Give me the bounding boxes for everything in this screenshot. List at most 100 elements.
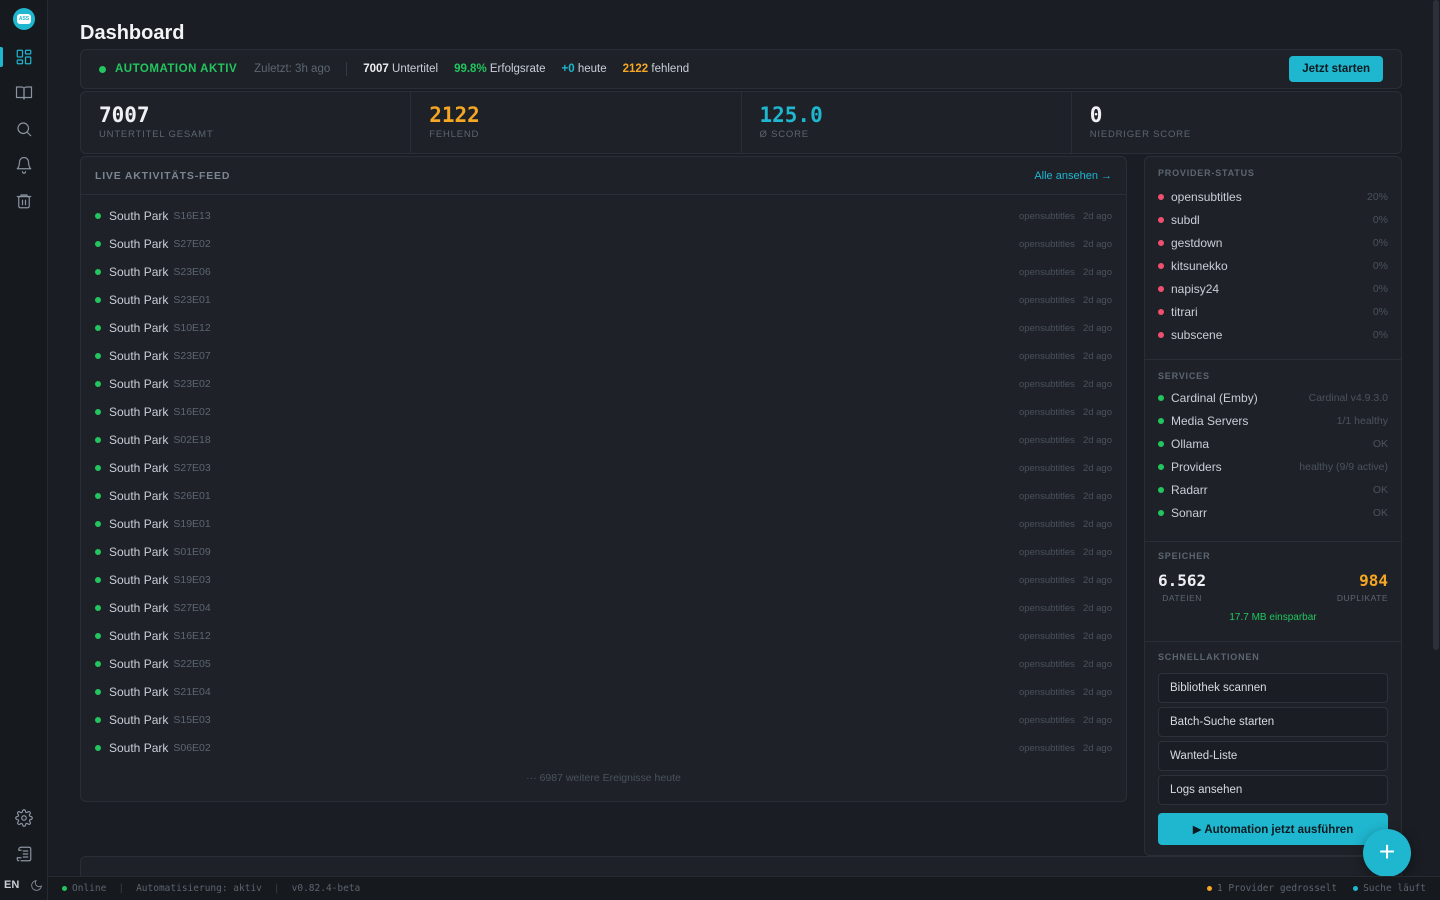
- provider-row[interactable]: gestdown 0%: [1158, 231, 1388, 254]
- kpi-value: 0: [1089, 103, 1103, 127]
- nav-notifications[interactable]: [0, 149, 48, 181]
- provider-name: subdl: [1171, 212, 1200, 227]
- feed-time: 2d ago: [1082, 574, 1112, 586]
- feed-item[interactable]: South Park S27E03 opensubtitles 2d ago: [81, 454, 1126, 482]
- divider: [1145, 641, 1401, 642]
- service-row[interactable]: Providers healthy (9/9 active): [1158, 455, 1388, 478]
- start-now-button[interactable]: Jetzt starten: [1289, 56, 1383, 82]
- success-dot: [95, 745, 101, 751]
- online-dot: [62, 886, 67, 891]
- stat-value: 99.8%: [454, 63, 487, 75]
- run-automation-button[interactable]: ▶ Automation jetzt ausführen: [1158, 813, 1388, 845]
- feed-item[interactable]: South Park S16E12 opensubtitles 2d ago: [81, 622, 1126, 650]
- feed-item[interactable]: South Park S23E01 opensubtitles 2d ago: [81, 286, 1126, 314]
- stat-value: 2122: [622, 63, 649, 75]
- nav-search[interactable]: [0, 113, 48, 145]
- nav-trash[interactable]: [0, 185, 48, 217]
- provider-status-dot: [1158, 262, 1164, 269]
- success-dot: [95, 521, 101, 527]
- feed-time: 2d ago: [1082, 490, 1112, 502]
- feed-provider: opensubtitles: [1018, 686, 1075, 698]
- nav-settings[interactable]: [0, 802, 48, 834]
- feed-item[interactable]: South Park S27E04 opensubtitles 2d ago: [81, 594, 1126, 622]
- app-logo[interactable]: ASS: [13, 8, 35, 30]
- feed-item[interactable]: South Park S16E02 opensubtitles 2d ago: [81, 398, 1126, 426]
- search-status[interactable]: Suche läuft: [1363, 883, 1426, 894]
- success-dot: [95, 633, 101, 639]
- feed-item[interactable]: South Park S23E02 opensubtitles 2d ago: [81, 370, 1126, 398]
- feed-item[interactable]: South Park S23E07 opensubtitles 2d ago: [81, 342, 1126, 370]
- batch-search-button[interactable]: Batch-Suche starten: [1158, 707, 1388, 737]
- scan-library-button[interactable]: Bibliothek scannen: [1158, 673, 1388, 703]
- feed-provider: opensubtitles: [1018, 574, 1075, 586]
- feed-episode: S26E01: [173, 490, 211, 502]
- feed-item[interactable]: South Park S23E06 opensubtitles 2d ago: [81, 258, 1126, 286]
- language-toggle[interactable]: EN: [4, 879, 19, 891]
- feed-episode: S27E02: [173, 238, 211, 250]
- feed-item[interactable]: South Park S06E02 opensubtitles 2d ago: [81, 734, 1126, 762]
- view-logs-button[interactable]: Logs ansehen: [1158, 775, 1388, 805]
- success-dot: [95, 717, 101, 723]
- service-row[interactable]: Sonarr OK: [1158, 501, 1388, 524]
- nav-dashboard[interactable]: [0, 41, 48, 73]
- feed-item[interactable]: South Park S19E03 opensubtitles 2d ago: [81, 566, 1126, 594]
- feed-item[interactable]: South Park S26E01 opensubtitles 2d ago: [81, 482, 1126, 510]
- stat-value: +0: [561, 63, 575, 75]
- provider-row[interactable]: subscene 0%: [1158, 323, 1388, 346]
- provider-row[interactable]: napisy24 0%: [1158, 277, 1388, 300]
- feed-provider: opensubtitles: [1018, 546, 1075, 558]
- feed-item[interactable]: South Park S15E03 opensubtitles 2d ago: [81, 706, 1126, 734]
- feed-show-title: South Park: [109, 573, 169, 587]
- plus-icon: +: [1378, 836, 1396, 867]
- feed-item[interactable]: South Park S10E12 opensubtitles 2d ago: [81, 314, 1126, 342]
- feed-item[interactable]: South Park S19E01 opensubtitles 2d ago: [81, 510, 1126, 538]
- feed-show-title: South Park: [109, 293, 169, 307]
- feed-time: 2d ago: [1082, 658, 1112, 670]
- service-row[interactable]: Radarr OK: [1158, 478, 1388, 501]
- feed-episode: S21E04: [173, 686, 211, 698]
- feed-time: 2d ago: [1082, 350, 1112, 362]
- provider-row[interactable]: subdl 0%: [1158, 208, 1388, 231]
- page-scrollbar[interactable]: [1433, 0, 1439, 650]
- feed-provider: opensubtitles: [1018, 434, 1075, 446]
- feed-episode: S23E06: [173, 266, 211, 278]
- success-dot: [95, 297, 101, 303]
- feed-item[interactable]: South Park S02E18 opensubtitles 2d ago: [81, 426, 1126, 454]
- search-icon: [17, 122, 32, 137]
- kpi-value: 2122: [429, 103, 480, 127]
- warning-dot: [1206, 886, 1212, 891]
- service-row[interactable]: Cardinal (Emby) Cardinal v4.9.3.0: [1158, 386, 1388, 409]
- throttled-status[interactable]: 1 Provider gedrosselt: [1217, 883, 1337, 894]
- feed-item[interactable]: South Park S21E04 opensubtitles 2d ago: [81, 678, 1126, 706]
- feed-provider: opensubtitles: [1018, 406, 1075, 418]
- feed-item[interactable]: South Park S27E02 opensubtitles 2d ago: [81, 230, 1126, 258]
- wanted-list-button[interactable]: Wanted-Liste: [1158, 741, 1388, 771]
- theme-toggle[interactable]: [30, 879, 44, 893]
- next-card-peek: [80, 856, 1402, 876]
- provider-row[interactable]: opensubtitles 20%: [1158, 185, 1388, 208]
- provider-list: opensubtitles 20% subdl 0% gestdown 0% kitsune…: [1158, 185, 1388, 346]
- section-title: PROVIDER-STATUS: [1158, 168, 1255, 178]
- storage-files: 6.562 DATEIEN: [1158, 571, 1206, 603]
- service-row[interactable]: Ollama OK: [1158, 432, 1388, 455]
- feed-show-title: South Park: [109, 657, 169, 671]
- stat-success-rate: 99.8% Erfolgsrate: [454, 63, 545, 75]
- divider: [1145, 541, 1401, 542]
- service-name: Sonarr: [1171, 505, 1208, 520]
- feed-show-title: South Park: [109, 321, 169, 335]
- provider-row[interactable]: titrari 0%: [1158, 300, 1388, 323]
- feed-episode: S19E01: [173, 518, 211, 530]
- service-row[interactable]: Media Servers 1/1 healthy: [1158, 409, 1388, 432]
- feed-episode: S27E04: [173, 602, 211, 614]
- feed-item[interactable]: South Park S16E13 opensubtitles 2d ago: [81, 202, 1126, 230]
- nav-library[interactable]: [0, 77, 48, 109]
- feed-item[interactable]: South Park S22E05 opensubtitles 2d ago: [81, 650, 1126, 678]
- provider-row[interactable]: kitsunekko 0%: [1158, 254, 1388, 277]
- feed-item[interactable]: South Park S01E09 opensubtitles 2d ago: [81, 538, 1126, 566]
- view-all-link[interactable]: Alle ansehen →: [1034, 170, 1112, 182]
- nav-logs[interactable]: [0, 838, 48, 870]
- add-fab-button[interactable]: +: [1363, 829, 1411, 877]
- success-dot: [95, 605, 101, 611]
- feed-provider: opensubtitles: [1018, 462, 1075, 474]
- feed-episode: S16E02: [173, 406, 211, 418]
